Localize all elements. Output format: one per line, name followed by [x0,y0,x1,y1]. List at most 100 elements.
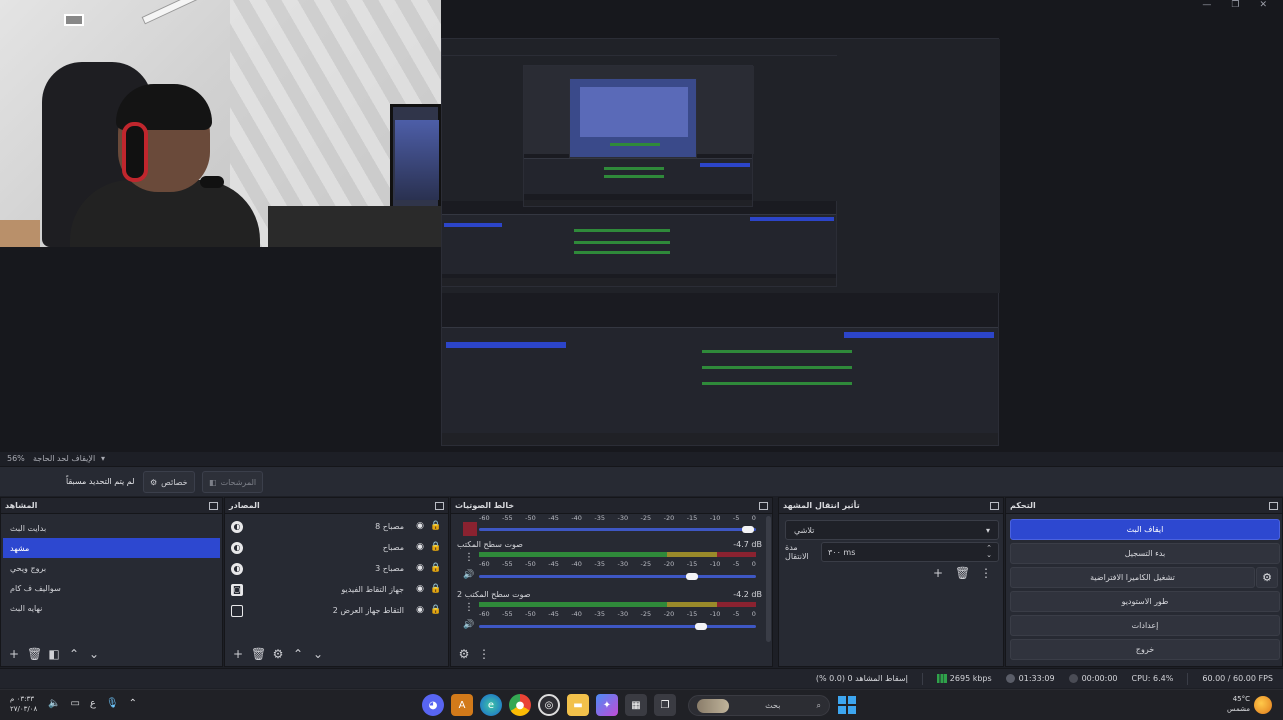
volume-fader[interactable] [479,573,756,580]
scene-item[interactable]: نهايه البث [3,598,220,618]
program-preview[interactable] [0,0,1283,452]
settings-button[interactable]: إعدادات [1010,615,1280,636]
sources-list: ◐ مصباح 8 ◉ 🔒 ◐ مصباح ◉ 🔒 ◐ مصباح 3 ◉ 🔒 ◙ ج… [225,514,448,621]
properties-button[interactable]: ⚙ خصائص [143,471,195,493]
eye-icon[interactable]: ◉ [414,605,426,617]
eye-icon[interactable]: ◉ [414,521,426,533]
stop-streaming-button[interactable]: ايقاف البث [1010,519,1280,540]
scene-item[interactable]: بدايت البث [3,518,220,538]
mute-indicator[interactable] [463,522,477,536]
kebab-menu-icon[interactable]: ⋮ [477,647,491,661]
undock-icon[interactable] [1269,501,1278,510]
volume-fader[interactable] [479,623,756,630]
move-up-icon[interactable]: ⌃ [67,647,81,661]
fader-knob[interactable] [694,623,707,630]
exit-button[interactable]: خروج [1010,639,1280,660]
adobe-illustrator-icon[interactable]: A [451,694,473,716]
speaker-icon[interactable]: 🔈 [48,698,60,709]
duration-spinbox[interactable]: ٣٠٠ ms ⌃ ⌄ [821,542,999,562]
transition-tools: + 🗑 ⋮ [931,566,993,580]
spin-arrows-icon[interactable]: ⌃ ⌄ [986,545,992,559]
undock-icon[interactable] [759,501,768,510]
volume-fader[interactable] [479,526,756,533]
trash-icon[interactable]: 🗑 [955,566,970,580]
weather-widget[interactable]: 45°C مشمس [1222,694,1250,714]
scenes-dock: المشاهد بدايت البث مشهد بروج ويحي سواليف… [0,497,223,667]
move-down-icon[interactable]: ⌄ [311,647,325,661]
recursive-screen-capture [441,38,1000,446]
start-recording-button[interactable]: بدء التسجيل [1010,543,1280,564]
add-icon[interactable]: + [231,647,245,661]
edge-icon[interactable]: e [480,694,502,716]
discord-icon[interactable]: ◕ [422,694,444,716]
undock-icon[interactable] [435,501,444,510]
level-meter [479,552,756,557]
copilot-icon[interactable]: ✦ [596,694,618,716]
lock-icon[interactable]: 🔒 [430,605,442,617]
add-icon[interactable]: + [7,647,21,661]
speaker-icon[interactable]: 🔊 [463,570,475,580]
undock-icon[interactable] [209,501,218,510]
scene-item[interactable]: سواليف ف كام [3,578,220,598]
stream-indicator-icon [1005,674,1015,683]
lock-icon[interactable]: 🔒 [430,542,442,554]
scene-item-selected[interactable]: مشهد [3,538,220,558]
undock-icon[interactable] [990,501,999,510]
minimize-icon[interactable]: — [1202,0,1211,14]
store-icon[interactable]: ▦ [625,694,647,716]
filters-button[interactable]: ◧ المرشحات [202,471,264,493]
cardboard-box [0,220,40,247]
gear-icon[interactable]: ⚙ [271,647,285,661]
windows-start-icon[interactable] [838,696,856,714]
tick-label: -45 [548,514,559,522]
taskbar-search[interactable]: بحث ⌕ [688,695,830,716]
fader-knob[interactable] [741,526,754,533]
source-item[interactable]: التقاط جهاز العرض 2 ◉ 🔒 [225,600,448,621]
source-item[interactable]: ◙ جهاز التقاط الفيديو ◉ 🔒 [225,579,448,600]
display-icon[interactable]: ▭ [70,698,79,709]
microphone-icon[interactable]: 🎙 [106,698,119,709]
filter-icon[interactable]: ◧ [47,647,61,661]
trash-icon[interactable]: 🗑 [251,647,266,661]
gear-icon[interactable]: ⚙ [457,647,471,661]
eye-icon[interactable]: ◉ [414,542,426,554]
mixer-toolbar: ⚙ ⋮ [451,642,772,666]
mixer-scrollbar[interactable] [766,516,771,642]
trash-icon[interactable]: 🗑 [27,647,42,661]
chevron-up-icon[interactable]: ⌃ [129,698,137,709]
lock-icon[interactable]: 🔒 [430,521,442,533]
transition-select[interactable]: تلاشي ▾ [785,520,999,540]
tray-clock[interactable]: ٠٣:٣٣ م ٢٧/٠٣/٠٨ [10,694,37,714]
close-icon[interactable]: ✕ [1259,0,1267,14]
source-item[interactable]: ◐ مصباح 8 ◉ 🔒 [225,516,448,537]
language-indicator[interactable]: ع [90,698,96,709]
lock-icon[interactable]: 🔒 [430,584,442,596]
tick-label: -50 [525,560,536,568]
file-explorer-icon[interactable]: ▬ [567,694,589,716]
properties-label: خصائص [161,477,188,487]
move-down-icon[interactable]: ⌄ [87,647,101,661]
webcam-feed [0,0,441,247]
chrome-icon[interactable]: ● [509,694,531,716]
eye-icon[interactable]: ◉ [414,563,426,575]
maximize-icon[interactable]: ❐ [1231,0,1239,14]
scene-item[interactable]: بروج ويحي [3,558,220,578]
zoom-dropdown[interactable]: الإيقاف لحد الحاجة ▾ [33,454,105,463]
speaker-icon[interactable]: 🔊 [463,620,475,630]
source-item[interactable]: ◐ مصباح ◉ 🔒 [225,537,448,558]
task-view-icon[interactable]: ❐ [654,694,676,716]
kebab-menu-icon[interactable]: ⋮ [463,552,475,563]
sun-icon [1254,696,1272,714]
eye-icon[interactable]: ◉ [414,584,426,596]
fader-knob[interactable] [686,573,699,580]
start-virtual-camera-button[interactable]: تشغيل الكاميرا الافتراضية [1010,567,1255,588]
kebab-menu-icon[interactable]: ⋮ [979,566,993,580]
add-icon[interactable]: + [931,566,945,580]
gear-icon[interactable]: ⚙ [1256,567,1278,588]
move-up-icon[interactable]: ⌃ [291,647,305,661]
source-item[interactable]: ◐ مصباح 3 ◉ 🔒 [225,558,448,579]
obs-icon[interactable]: ◎ [538,694,560,716]
kebab-menu-icon[interactable]: ⋮ [463,602,475,613]
studio-mode-button[interactable]: طور الاستوديو [1010,591,1280,612]
lock-icon[interactable]: 🔒 [430,563,442,575]
